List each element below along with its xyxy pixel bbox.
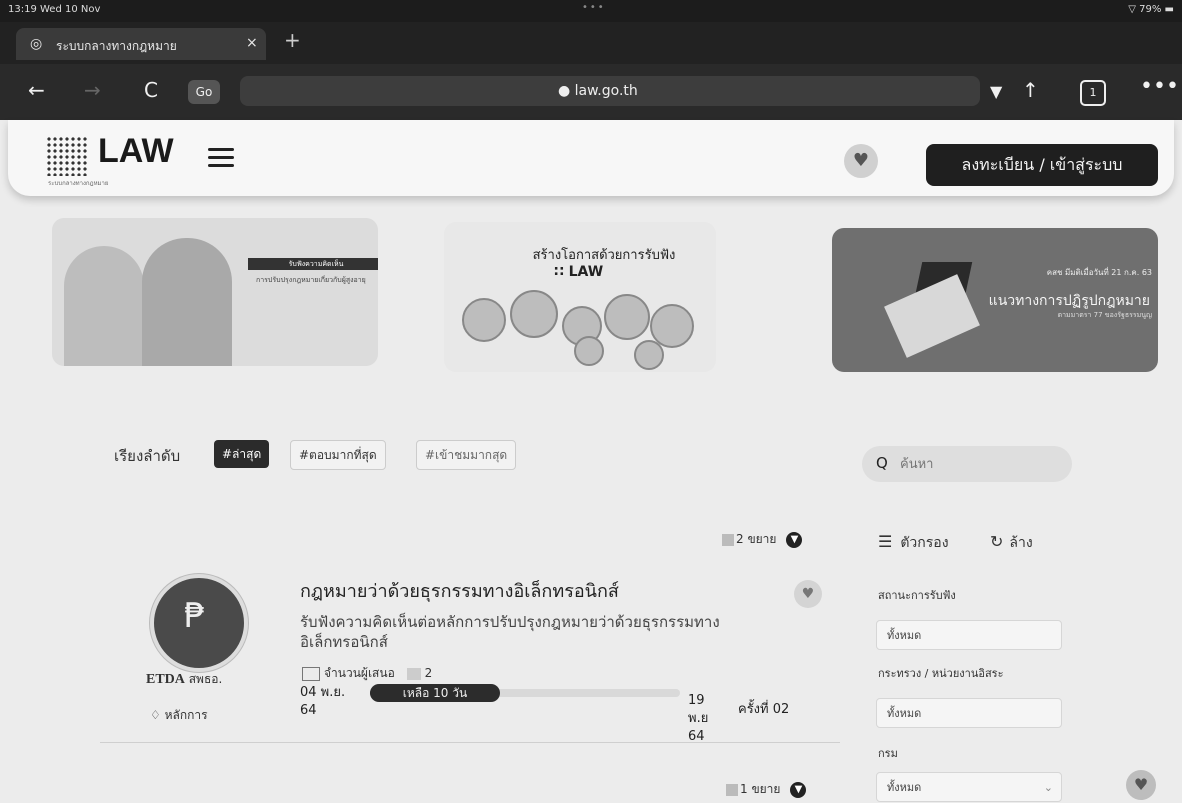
expand-label: 2 ขยาย (736, 532, 777, 546)
filter-select-value: ทั้งหมด (887, 707, 922, 720)
browser-toolbar: ← → C Go ● law.go.th ▼ ↑ 1 ••• (0, 64, 1182, 120)
search-icon: Q (876, 454, 888, 472)
search-box: Q (862, 446, 1072, 482)
round-label: ครั้งที่ 02 (738, 702, 790, 717)
banner-law-reform[interactable]: คสช มีมติเมื่อวันที่ 21 ก.ค. 63 แนวทางกา… (832, 228, 1158, 372)
org-avatar[interactable]: ₱ (150, 574, 248, 672)
sort-label: เรียงลำดับ (114, 447, 181, 465)
remaining-days-badge: เหลือ 10 วัน (370, 684, 500, 702)
sort-chip-most-answered[interactable]: #ตอบมากที่สุด (290, 440, 386, 470)
chevron-down-icon: ▼ (790, 781, 807, 798)
filter-title: ตัวกรอง (900, 535, 949, 551)
chevron-down-icon: ⌄ (1043, 781, 1053, 794)
banner-top-text: คสช มีมติเมื่อวันที่ 21 ก.ค. 63 (1046, 268, 1152, 277)
logo-subtitle: ระบบกลางทางกฎหมาย (48, 180, 109, 187)
logo-dots-icon[interactable] (46, 136, 88, 176)
new-tab-icon[interactable]: + (284, 28, 301, 52)
filter-toggle[interactable]: ☰ ตัวกรอง (878, 532, 949, 554)
illustration-person (64, 246, 144, 366)
clear-filters-button[interactable]: ↻ ล้าง (990, 532, 1033, 554)
divider (100, 742, 840, 743)
filter-icon: ☰ (878, 532, 893, 551)
expand-square-icon (722, 533, 734, 546)
expand-toggle[interactable]: 2 ขยาย ▼ (722, 530, 803, 549)
expand-label: 1 ขยาย (740, 782, 781, 796)
banner-elderly-law[interactable]: รับฟังความคิดเห็น การปรับปรุงกฎหมายเกี่ย… (52, 218, 378, 366)
login-register-button[interactable]: ลงทะเบียน / เข้าสู่ระบบ (926, 144, 1158, 186)
illustration-crowd (454, 288, 706, 372)
globe-icon: ◎ (30, 36, 43, 52)
expand-toggle[interactable]: 1 ขยาย ▼ (726, 780, 807, 799)
participants-row: จำนวนผู้เสนอ 2 (302, 664, 432, 683)
reload-icon[interactable]: C (144, 78, 158, 102)
battery-indicator: ▽ 79% ▬ (1128, 4, 1174, 15)
site-logo[interactable]: LAW (98, 132, 174, 171)
filter-select-status[interactable]: ทั้งหมด (876, 620, 1062, 650)
site-header: LAW ระบบกลางทางกฎหมาย ♥ ลงทะเบียน / เข้า… (8, 120, 1174, 196)
card-description: รับฟังความคิดเห็นต่อหลักการปรับปรุงกฎหมา… (300, 613, 720, 651)
status-bar: 13:19 Wed 10 Nov ••• ▽ 79% ▬ (0, 0, 1182, 22)
browser-tab-bar: ◎ ระบบกลางทางกฎหมาย × + (0, 22, 1182, 64)
people-icon (302, 666, 320, 681)
card-favorite-heart-icon[interactable]: ♥ (794, 580, 822, 608)
filter-label-department: กรม (878, 747, 898, 760)
org-label: ETDA สพธอ. (146, 670, 222, 689)
banner-title: สร้างโอกาสด้วยการรับฟัง (532, 248, 676, 263)
tab-title: ระบบกลางทางกฎหมาย (56, 39, 177, 53)
illustration-person (142, 238, 232, 366)
banner-law-logo: ∷ LAW (554, 264, 604, 280)
search-input[interactable] (898, 452, 1062, 476)
banner-text: การปรับปรุงกฎหมายเกี่ยวกับผู้สูงอายุ (256, 276, 366, 284)
tower-icon: ₱ (184, 596, 206, 636)
address-bar[interactable]: ● law.go.th (240, 76, 980, 106)
card-title[interactable]: กฎหมายว่าด้วยธุรกรรมทางอิเล็กทรอนิกส์ (300, 576, 619, 605)
chevron-down-icon: ▼ (786, 531, 803, 548)
principle-link[interactable]: ♢ หลักการ (150, 706, 208, 725)
start-date: 04 พ.ย. 64 (300, 685, 346, 718)
multitask-dots[interactable]: ••• (582, 2, 606, 13)
end-date: 19 พ.ย 64 (688, 693, 709, 744)
back-icon[interactable]: ← (28, 78, 45, 102)
mic-icon[interactable]: ▼ (990, 82, 1002, 101)
banner-participation[interactable]: สร้างโอกาสด้วยการรับฟัง ∷ LAW (444, 222, 716, 372)
close-tab-icon[interactable]: × (246, 35, 258, 51)
banner-subtext: ตามมาตรา 77 ของรัฐธรรมนูญ (1057, 311, 1152, 319)
more-icon[interactable]: ••• (1140, 74, 1179, 99)
floating-heart-icon[interactable]: ♥ (1126, 770, 1156, 800)
banner-ribbon: รับฟังความคิดเห็น (248, 258, 378, 270)
tabs-icon[interactable]: 1 (1080, 80, 1106, 106)
password-key-icon[interactable]: Go (188, 80, 220, 104)
filter-select-value: ทั้งหมด (887, 781, 922, 794)
share-icon[interactable]: ↑ (1022, 78, 1039, 102)
sort-chip-most-visited[interactable]: #เข้าชมมากสุด (416, 440, 517, 470)
filter-select-department[interactable]: ทั้งหมด ⌄ (876, 772, 1062, 802)
filter-label-ministry: กระทรวง / หน่วยงานอิสระ (878, 667, 1004, 680)
refresh-icon: ↻ (990, 532, 1004, 551)
banner-title: แนวทางการปฏิรูปกฎหมาย (988, 293, 1150, 309)
org-name: สพธอ. (188, 672, 223, 686)
filter-select-value: ทั้งหมด (887, 629, 922, 642)
forward-icon[interactable]: → (84, 78, 101, 102)
expand-square-icon (726, 783, 738, 796)
edit-icon (406, 667, 421, 680)
participants-count: 2 (424, 666, 433, 680)
sort-chip-latest[interactable]: #ล่าสุด (214, 440, 270, 468)
org-initials: ETDA (146, 672, 185, 687)
filter-select-ministry[interactable]: ทั้งหมด (876, 698, 1062, 728)
clear-label: ล้าง (1009, 535, 1033, 551)
url-text: ● law.go.th (558, 83, 638, 99)
favorites-heart-icon[interactable]: ♥ (844, 144, 878, 178)
status-time: 13:19 Wed 10 Nov (8, 4, 101, 15)
menu-icon[interactable] (208, 148, 234, 168)
browser-tab[interactable]: ◎ ระบบกลางทางกฎหมาย × (16, 28, 266, 60)
participants-label: จำนวนผู้เสนอ (324, 666, 395, 680)
filter-label-status: สถานะการรับฟัง (878, 589, 956, 602)
